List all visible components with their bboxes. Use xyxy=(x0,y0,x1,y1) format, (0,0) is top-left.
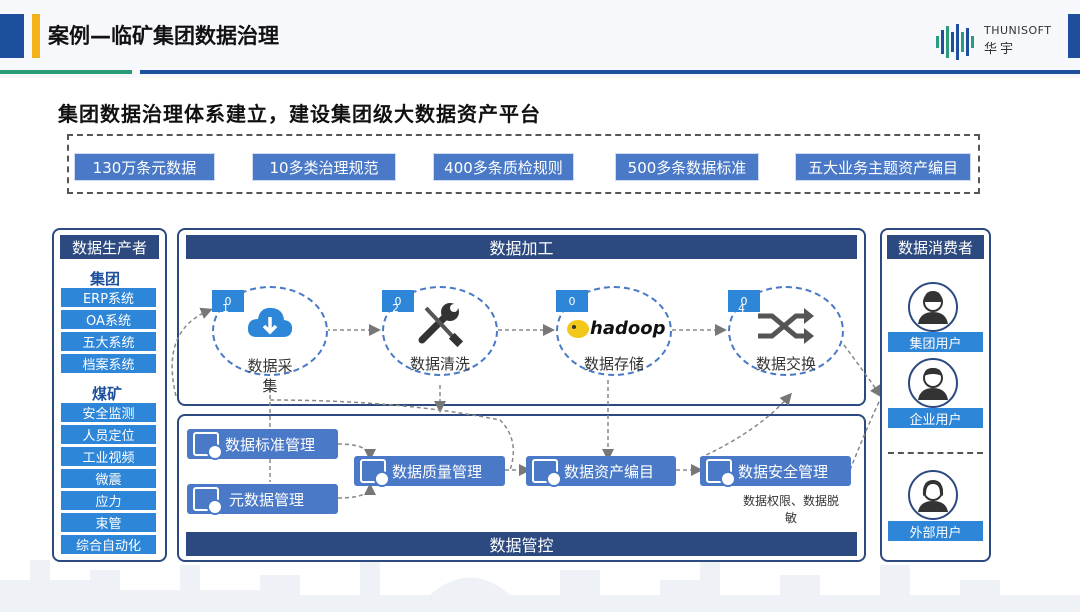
step-label-store: 数据存储 xyxy=(583,355,644,373)
user-icon xyxy=(918,480,948,512)
wrench-screwdriver-icon xyxy=(418,303,464,348)
module-data-security: 数据安全管理 xyxy=(700,456,851,487)
module-label: 数据标准管理 xyxy=(225,435,316,454)
module-data-standard: 数据标准管理 xyxy=(187,429,338,460)
security-note: 数据权限、数据脱 敏 xyxy=(742,494,839,525)
consumer-divider xyxy=(888,452,983,454)
user-avatar-external xyxy=(908,470,958,520)
module-label: 数据安全管理 xyxy=(738,462,829,481)
module-label: 数据质量管理 xyxy=(392,462,483,481)
module-icon xyxy=(360,459,390,487)
consumer-enterprise-user: 企业用户 xyxy=(888,408,983,428)
module-metadata: 元数据管理 xyxy=(187,484,338,515)
consumer-group-user: 集团用户 xyxy=(888,332,983,352)
module-icon xyxy=(706,459,736,487)
user-icon xyxy=(918,291,948,324)
step-number: 4 xyxy=(738,302,745,315)
user-avatar-group xyxy=(908,282,958,332)
module-data-quality: 数据质量管理 xyxy=(354,456,505,487)
user-icon xyxy=(918,368,948,400)
step-number: 2 xyxy=(392,302,399,315)
step-number: 1 xyxy=(222,302,229,315)
hadoop-elephant-icon xyxy=(567,320,589,338)
user-avatar-enterprise xyxy=(908,358,958,408)
module-label: 元数据管理 xyxy=(229,490,305,509)
cloud-download-icon xyxy=(247,307,293,337)
module-asset-catalog: 数据资产编目 xyxy=(526,456,676,487)
module-icon xyxy=(193,432,223,460)
module-label: 数据资产编目 xyxy=(564,462,655,481)
step-label-clean: 数据清洗 xyxy=(409,355,470,373)
consumer-external-user: 外部用户 xyxy=(888,521,983,541)
module-icon xyxy=(532,459,562,487)
hadoop-logo: hadoop xyxy=(566,318,665,340)
shuffle-icon xyxy=(758,308,814,344)
consumers-title: 数据消费者 xyxy=(887,235,984,259)
module-icon xyxy=(193,487,223,515)
step-tag: 0 xyxy=(556,290,588,312)
step-label-collect: 数据采 集 xyxy=(247,357,293,395)
step-label-exchange: 数据交换 xyxy=(755,355,816,373)
